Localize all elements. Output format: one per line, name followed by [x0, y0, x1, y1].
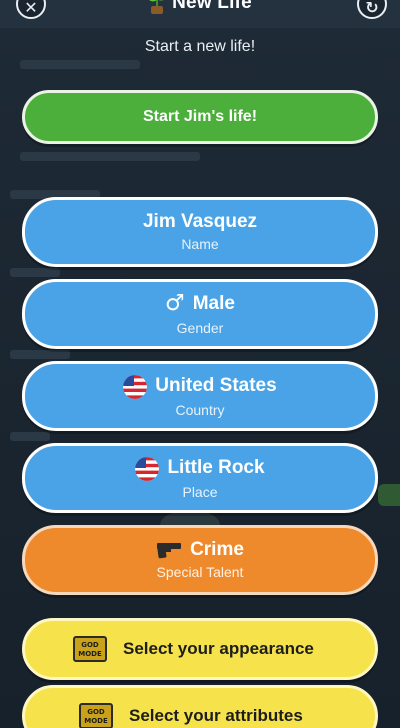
special-talent-button[interactable]: Crime Special Talent	[22, 525, 378, 595]
background-row	[20, 152, 200, 161]
select-attributes-label: Select your attributes	[129, 706, 303, 725]
us-flag-icon	[135, 456, 160, 481]
reload-icon[interactable]: ↻	[357, 0, 387, 19]
country-button[interactable]: United States Country	[22, 361, 378, 431]
god-mode-icon: GOD MODE	[79, 703, 113, 728]
god-mode-badge-line1: GOD	[87, 708, 105, 716]
god-mode-badge-line2: MODE	[84, 717, 108, 725]
male-symbol-icon: ♂	[165, 291, 185, 317]
place-row: Little Rock	[135, 456, 265, 481]
place-value: Little Rock	[167, 457, 265, 479]
background-row	[10, 350, 70, 359]
place-button[interactable]: Little Rock Place	[22, 443, 378, 513]
background-green-tab	[378, 484, 400, 506]
place-caption: Place	[182, 483, 218, 500]
start-life-button[interactable]: Start Jim's life!	[22, 90, 378, 144]
page-subtitle: Start a new life!	[144, 38, 256, 55]
name-caption: Name	[181, 235, 219, 252]
talent-value: Crime	[190, 539, 244, 561]
god-mode-icon: GOD MODE	[73, 636, 107, 662]
background-row	[10, 432, 50, 441]
gender-button[interactable]: ♂ Male Gender	[22, 279, 378, 349]
god-mode-badge-line1: GOD	[81, 641, 99, 649]
gender-row: ♂ Male	[165, 292, 235, 316]
background-row	[20, 60, 140, 69]
select-appearance-button[interactable]: GOD MODE Select your appearance	[22, 618, 378, 680]
title-group: New Life	[0, 0, 400, 14]
page-title: New Life	[172, 0, 252, 13]
start-life-label: Start Jim's life!	[142, 108, 258, 126]
gender-caption: Gender	[176, 319, 224, 336]
background-row	[10, 268, 60, 277]
name-value: Jim Vasquez	[142, 211, 258, 233]
sprout-icon	[149, 0, 164, 14]
god-mode-badge-line2: MODE	[78, 650, 102, 658]
name-button[interactable]: Jim Vasquez Name	[22, 197, 378, 267]
top-bar: ✕ New Life ↻	[0, 0, 400, 20]
country-row: United States	[123, 374, 277, 399]
country-caption: Country	[175, 401, 225, 418]
talent-row: Crime	[156, 539, 244, 561]
gender-value: Male	[192, 293, 235, 315]
country-value: United States	[155, 375, 277, 397]
select-attributes-button[interactable]: GOD MODE Select your attributes	[22, 685, 378, 728]
select-appearance-label: Select your appearance	[123, 639, 314, 658]
us-flag-icon	[123, 374, 148, 399]
talent-caption: Special Talent	[156, 563, 244, 580]
gun-icon	[157, 543, 182, 559]
